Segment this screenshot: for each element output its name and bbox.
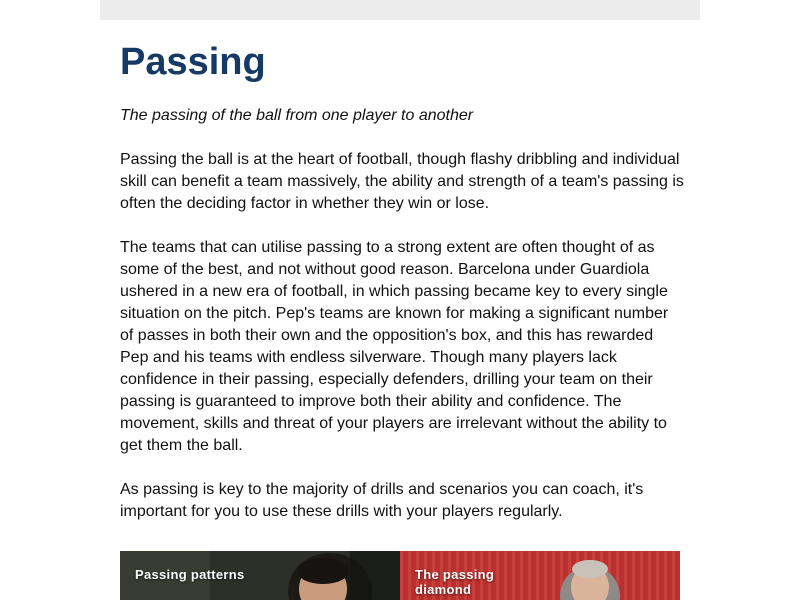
- drill-cards: Passing patterns The passing diamond: [120, 551, 680, 600]
- card-label: The passing diamond: [415, 567, 495, 597]
- drill-card-passing-diamond[interactable]: The passing diamond: [400, 551, 680, 600]
- article-paragraph-3: As passing is key to the majority of dri…: [120, 481, 644, 520]
- article-paragraph-1: Passing the ball is at the heart of foot…: [120, 151, 684, 212]
- article-paragraph-2: The teams that can utilise passing to a …: [120, 239, 669, 454]
- top-bar: [100, 0, 700, 20]
- drill-card-passing-patterns[interactable]: Passing patterns: [120, 551, 400, 600]
- card-label: Passing patterns: [135, 567, 245, 582]
- page-title: Passing: [120, 41, 266, 83]
- article: Passing The passing of the ball from one…: [120, 20, 685, 523]
- article-subtitle: The passing of the ball from one player …: [120, 107, 474, 124]
